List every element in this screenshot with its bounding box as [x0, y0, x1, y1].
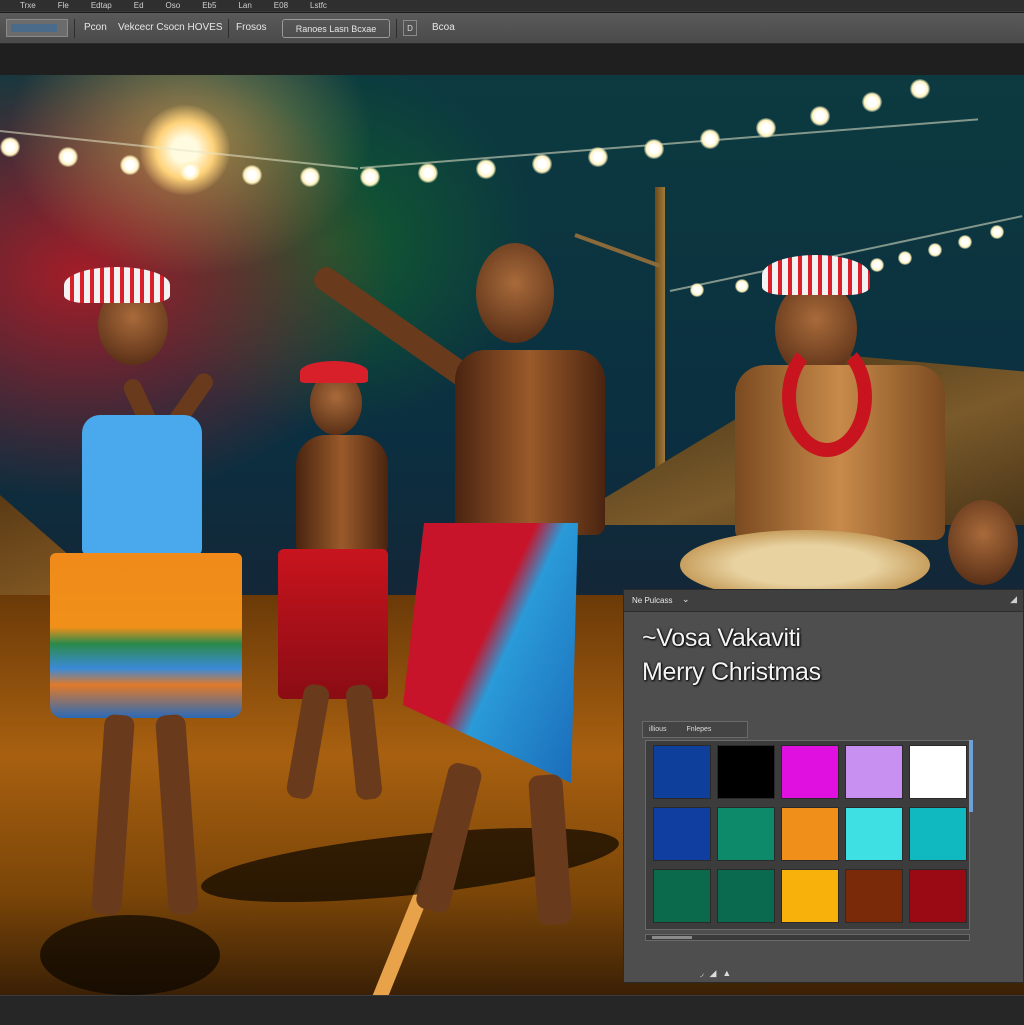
color-swatch[interactable]	[653, 807, 711, 861]
text-layer-line[interactable]: Merry Christmas	[642, 658, 821, 687]
menu-item[interactable]: Ed	[134, 1, 144, 10]
document-icon[interactable]: D	[403, 20, 417, 36]
color-swatch[interactable]	[717, 745, 775, 799]
string-light	[588, 147, 608, 167]
string-light	[735, 279, 749, 293]
string-light	[242, 165, 262, 185]
menu-item[interactable]: Edtap	[91, 1, 112, 10]
divider	[74, 19, 75, 38]
menu-bar: Trxe Fle Edtap Ed Oso Eb5 Lan E08 Lstfc	[0, 0, 1024, 12]
string-light	[870, 258, 884, 272]
scroll-thumb[interactable]	[652, 936, 692, 939]
string-light	[958, 235, 972, 249]
string-light	[690, 283, 704, 297]
tab-presets[interactable]: Fnlepes	[687, 726, 712, 733]
color-swatch[interactable]	[781, 869, 839, 923]
panel-footer-icons[interactable]: ◞◢▲	[700, 968, 737, 979]
color-swatch[interactable]	[717, 869, 775, 923]
string-light	[58, 147, 78, 167]
string-light	[928, 243, 942, 257]
swatch-tabs: illious Fnlepes	[642, 721, 748, 738]
canvas-margin	[0, 44, 1024, 75]
string-light	[756, 118, 776, 138]
flower-lei	[782, 337, 872, 457]
string-light	[180, 161, 200, 181]
color-swatch[interactable]	[845, 745, 903, 799]
red-sulu	[278, 549, 388, 699]
child-head	[948, 500, 1018, 585]
string-light	[700, 129, 720, 149]
text-layer-line[interactable]: ~Vosa Vakaviti	[642, 624, 801, 653]
head	[476, 243, 554, 343]
menu-item[interactable]: Lan	[238, 1, 251, 10]
color-swatch[interactable]	[781, 745, 839, 799]
string-light	[862, 92, 882, 112]
color-swatch[interactable]	[845, 869, 903, 923]
string-light	[898, 251, 912, 265]
menu-item[interactable]: Oso	[166, 1, 181, 10]
text-panel: Ne Pulcass ⌄ ◢ ~Vosa Vakaviti Merry Chri…	[623, 589, 1024, 983]
string-light	[532, 154, 552, 174]
panel-collapse-icon[interactable]: ◢	[1010, 594, 1017, 605]
menu-item[interactable]: Fle	[58, 1, 69, 10]
layered-skirt	[50, 553, 242, 718]
color-swatch[interactable]	[845, 807, 903, 861]
shadow	[40, 915, 220, 995]
swatch-scrollbar[interactable]	[969, 740, 973, 812]
string-light	[990, 225, 1004, 239]
color-swatch[interactable]	[781, 807, 839, 861]
color-swatch[interactable]	[909, 807, 967, 861]
divider	[228, 19, 229, 38]
santa-hat	[300, 361, 368, 383]
status-bar	[0, 995, 1024, 1025]
swatch-grid	[645, 740, 970, 930]
lamp-arm	[574, 233, 661, 268]
string-light	[418, 163, 438, 183]
torso	[455, 350, 605, 535]
string-light	[910, 79, 930, 99]
tool-preset-swatch	[11, 24, 57, 32]
color-swatch[interactable]	[909, 745, 967, 799]
flower-wreath	[64, 267, 170, 303]
panel-header[interactable]: Ne Pulcass ⌄ ◢	[624, 590, 1023, 612]
option-button[interactable]: Ranoes Lasn Bcxae	[282, 19, 390, 38]
string-light	[360, 167, 380, 187]
string-light	[810, 106, 830, 126]
blue-top	[82, 415, 202, 555]
options-bar: Pcon Vekcecr Csocn HOVES Frosos Ranoes L…	[0, 13, 1024, 44]
tab-swatches[interactable]: illious	[649, 726, 667, 733]
option-label[interactable]: Vekcecr Csocn HOVES	[118, 22, 222, 33]
option-label[interactable]: Frosos	[236, 22, 267, 33]
string-light	[300, 167, 320, 187]
color-swatch[interactable]	[653, 745, 711, 799]
menu-item[interactable]: Lstfc	[310, 1, 327, 10]
torso	[296, 435, 388, 555]
tool-preset-picker[interactable]	[6, 19, 68, 37]
menu-item[interactable]: Eb5	[202, 1, 216, 10]
string-light	[476, 159, 496, 179]
color-swatch[interactable]	[653, 869, 711, 923]
string-light	[120, 155, 140, 175]
lamp-post	[655, 187, 665, 497]
color-swatch[interactable]	[717, 807, 775, 861]
menu-item[interactable]: E08	[274, 1, 288, 10]
string-light	[644, 139, 664, 159]
option-label[interactable]: Pcon	[84, 22, 107, 33]
horizontal-scrollbar[interactable]	[645, 934, 970, 941]
menu-item[interactable]: Trxe	[20, 1, 36, 10]
chevron-down-icon[interactable]: ⌄	[682, 594, 690, 605]
string-light	[0, 137, 20, 157]
light-wire	[359, 118, 979, 169]
flower-wreath	[762, 255, 870, 295]
divider	[396, 19, 397, 38]
panel-title: Ne Pulcass	[632, 596, 673, 605]
option-label[interactable]: Bcoa	[432, 22, 455, 33]
color-swatch[interactable]	[909, 869, 967, 923]
